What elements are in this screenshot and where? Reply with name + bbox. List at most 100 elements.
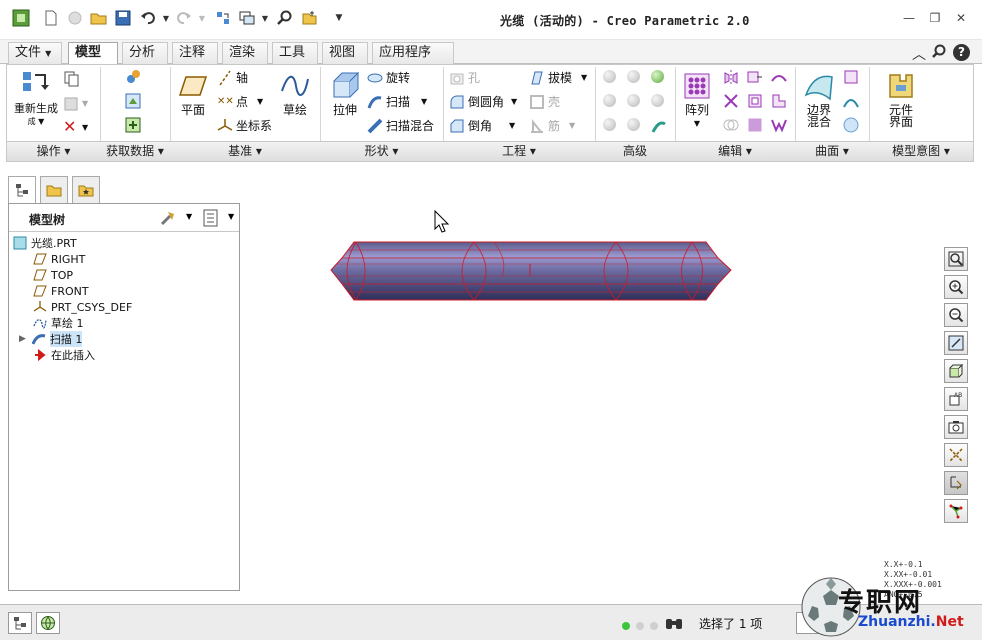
tree-item-csys[interactable]: PRT_CSYS_DEF <box>33 299 132 315</box>
merge-surface-button[interactable] <box>771 93 787 109</box>
model-tree-tab[interactable] <box>8 176 36 204</box>
refit-button[interactable] <box>944 247 968 271</box>
style-button[interactable] <box>843 93 859 109</box>
tab-file[interactable]: 文件 ▼ <box>8 42 62 64</box>
folder-browser-tab[interactable] <box>40 176 68 204</box>
toggle-browser-button[interactable] <box>36 612 60 634</box>
tree-item-sketch[interactable]: 草绘 1 <box>33 315 84 331</box>
pattern-button[interactable]: 阵列 ▼ <box>679 71 715 130</box>
save-icon[interactable] <box>114 9 132 27</box>
draft-button[interactable]: 拔模 ▼ <box>529 69 587 86</box>
trim-button[interactable] <box>723 93 739 109</box>
delete-button[interactable]: ✕ ▼ <box>63 119 88 135</box>
tab-model[interactable]: 模型 <box>68 42 118 65</box>
tree-item-part[interactable]: 光缆.PRT <box>13 235 77 251</box>
thicken-button[interactable] <box>771 117 787 133</box>
advanced-feature-9[interactable] <box>651 118 667 134</box>
undo-icon[interactable] <box>139 9 157 27</box>
group-model-intent[interactable]: 模型意图 ▾ <box>869 141 973 161</box>
saved-orientations-button[interactable]: AB <box>944 387 968 411</box>
project-button[interactable] <box>771 69 787 85</box>
graphics-window[interactable] <box>244 166 936 602</box>
regenerate-button[interactable]: 重新生成 成 ▼ <box>13 69 59 128</box>
toggle-navigator-button[interactable] <box>8 612 32 634</box>
minimize-ribbon-icon[interactable]: ︿ <box>910 44 928 64</box>
merge-button[interactable] <box>125 117 141 133</box>
revolve-button[interactable]: 旋转 <box>367 69 410 86</box>
plane-button[interactable]: 平面 <box>175 71 211 117</box>
axis-button[interactable]: 轴 <box>217 69 248 86</box>
view-manager-button[interactable] <box>944 415 968 439</box>
solidify-button[interactable] <box>747 117 763 133</box>
extend-button[interactable] <box>747 69 763 85</box>
zoom-out-button[interactable] <box>944 303 968 327</box>
chamfer-button[interactable]: 倒角 ▼ <box>449 117 515 134</box>
tree-item-insert-here[interactable]: 在此插入 <box>33 347 95 363</box>
minimize-button[interactable]: — <box>901 10 917 26</box>
open-icon[interactable] <box>90 9 108 27</box>
show-dropdown-icon[interactable]: ▼ <box>228 212 234 221</box>
coordinate-system-button[interactable]: 坐标系 <box>217 117 272 134</box>
display-style-button[interactable] <box>944 359 968 383</box>
group-datum[interactable]: 基准 ▾ <box>170 141 320 161</box>
group-advanced[interactable]: 高级 <box>595 141 675 161</box>
datum-display-button[interactable] <box>944 443 968 467</box>
component-interface-button[interactable]: 元件界面 <box>877 71 925 128</box>
find-icon[interactable] <box>276 9 294 27</box>
tree-item-front[interactable]: FRONT <box>33 283 89 299</box>
user-defined-feature-button[interactable] <box>125 69 141 85</box>
point-button[interactable]: ✕✕ 点 ▼ <box>217 93 263 110</box>
settings-dropdown-icon[interactable]: ▼ <box>186 212 192 221</box>
copy-button[interactable] <box>63 71 79 87</box>
tab-annotate[interactable]: 注释 <box>172 42 218 64</box>
expand-arrow-icon[interactable]: ▶ <box>19 334 26 344</box>
offset-button[interactable] <box>747 93 763 109</box>
tab-render[interactable]: 渲染 <box>222 42 268 64</box>
mirror-button[interactable] <box>723 69 739 85</box>
tab-tools[interactable]: 工具 <box>272 42 318 64</box>
help-icon[interactable]: ? <box>953 44 971 61</box>
tab-view[interactable]: 视图 <box>322 42 368 64</box>
app-logo-icon[interactable] <box>12 9 30 27</box>
new-icon[interactable] <box>42 9 60 27</box>
group-surfaces[interactable]: 曲面 ▾ <box>795 141 869 161</box>
sweep-button[interactable]: 扫描 ▼ <box>367 93 427 110</box>
copy-geometry-button[interactable] <box>125 93 141 109</box>
zoom-in-button[interactable] <box>944 275 968 299</box>
advanced-feature-3[interactable] <box>651 70 664 83</box>
round-button[interactable]: 倒圆角 ▼ <box>449 93 517 110</box>
tree-item-sweep[interactable]: ▶ 扫描 1 <box>19 331 83 347</box>
regenerate-icon[interactable] <box>214 9 232 27</box>
spin-center-button[interactable] <box>944 499 968 523</box>
group-get-data[interactable]: 获取数据 ▾ <box>100 141 170 161</box>
cable-model[interactable] <box>330 241 732 301</box>
group-editing[interactable]: 编辑 ▾ <box>675 141 795 161</box>
extrude-button[interactable]: 拉伸 <box>327 71 363 117</box>
group-operations[interactable]: 操作 ▾ <box>7 141 100 161</box>
windows-icon[interactable] <box>238 9 256 27</box>
tree-item-right[interactable]: RIGHT <box>33 251 85 267</box>
boundary-blend-button[interactable]: 边界混合 <box>799 71 839 128</box>
undo-dropdown-icon[interactable]: ▼ <box>157 9 175 27</box>
close-window-icon[interactable] <box>300 9 318 27</box>
favorites-tab[interactable] <box>72 176 100 204</box>
windows-dropdown-icon[interactable]: ▼ <box>256 9 274 27</box>
customize-quick-access-icon[interactable]: ▼ <box>330 9 348 27</box>
sketch-button[interactable]: 草绘 <box>277 71 313 117</box>
find-button[interactable] <box>662 612 686 634</box>
close-button[interactable]: ✕ <box>953 10 969 26</box>
tab-analysis[interactable]: 分析 <box>122 42 168 64</box>
tree-item-top[interactable]: TOP <box>33 267 73 283</box>
freestyle-button[interactable] <box>843 117 859 133</box>
fill-surface-button[interactable] <box>843 69 859 85</box>
settings-icon[interactable] <box>159 209 177 230</box>
group-engineering[interactable]: 工程 ▾ <box>443 141 595 161</box>
maximize-button[interactable]: ❐ <box>927 10 943 26</box>
annotation-display-button[interactable] <box>944 471 968 495</box>
show-icon[interactable] <box>202 209 220 230</box>
group-shapes[interactable]: 形状 ▾ <box>320 141 443 161</box>
repaint-button[interactable] <box>944 331 968 355</box>
search-icon[interactable] <box>930 44 948 62</box>
swept-blend-button[interactable]: 扫描混合 <box>367 117 434 134</box>
tab-applications[interactable]: 应用程序 <box>372 42 454 64</box>
